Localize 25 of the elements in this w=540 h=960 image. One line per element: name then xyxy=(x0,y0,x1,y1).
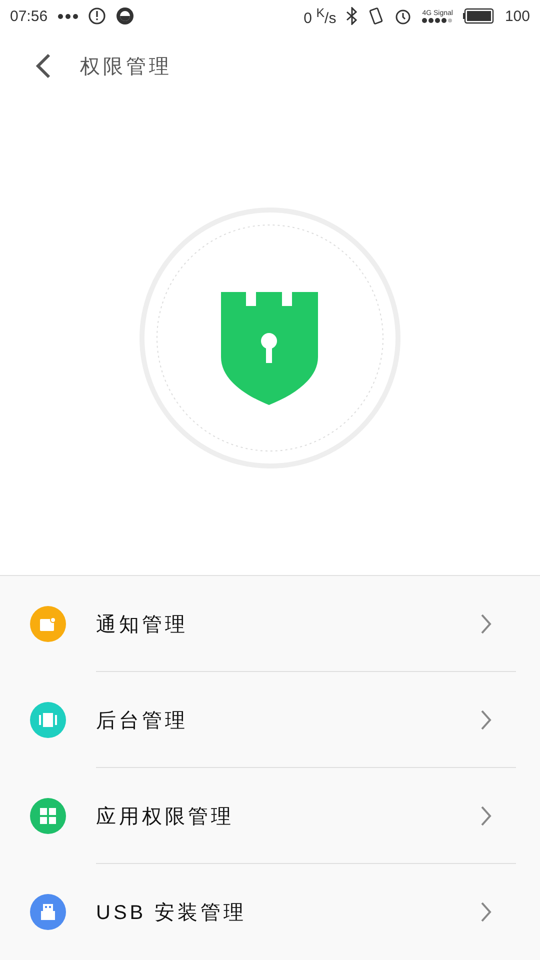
menu-item[interactable]: USB 安装管理 xyxy=(0,864,540,960)
item-label: 通知管理 xyxy=(96,612,189,638)
alarm-icon xyxy=(394,7,412,25)
chevron-icon xyxy=(480,709,492,731)
more-icon xyxy=(58,14,78,18)
menu-item[interactable]: 后台管理 xyxy=(0,672,540,768)
menu-item[interactable]: 应用权限管理 xyxy=(0,768,540,864)
item-label: 后台管理 xyxy=(96,708,189,734)
battery-icon xyxy=(462,8,495,24)
status-time: 07:56 xyxy=(10,8,48,24)
item-label: 应用权限管理 xyxy=(96,804,235,830)
chevron-icon xyxy=(480,901,492,923)
alert-icon xyxy=(88,7,106,25)
back-icon xyxy=(35,53,51,79)
vibrate-icon xyxy=(368,7,384,25)
bluetooth-icon xyxy=(346,7,358,25)
chevron-icon xyxy=(480,805,492,827)
menu-item[interactable]: 通知管理 xyxy=(0,576,540,672)
page-title: 权限管理 xyxy=(80,54,172,80)
signal-icon xyxy=(422,18,452,22)
battery-level: 100 xyxy=(504,8,530,24)
app-icon xyxy=(116,7,134,25)
chevron-icon xyxy=(480,613,492,635)
network-speed: 0 $^{K}$/s xyxy=(304,6,336,26)
item-label: USB 安装管理 xyxy=(96,900,248,926)
